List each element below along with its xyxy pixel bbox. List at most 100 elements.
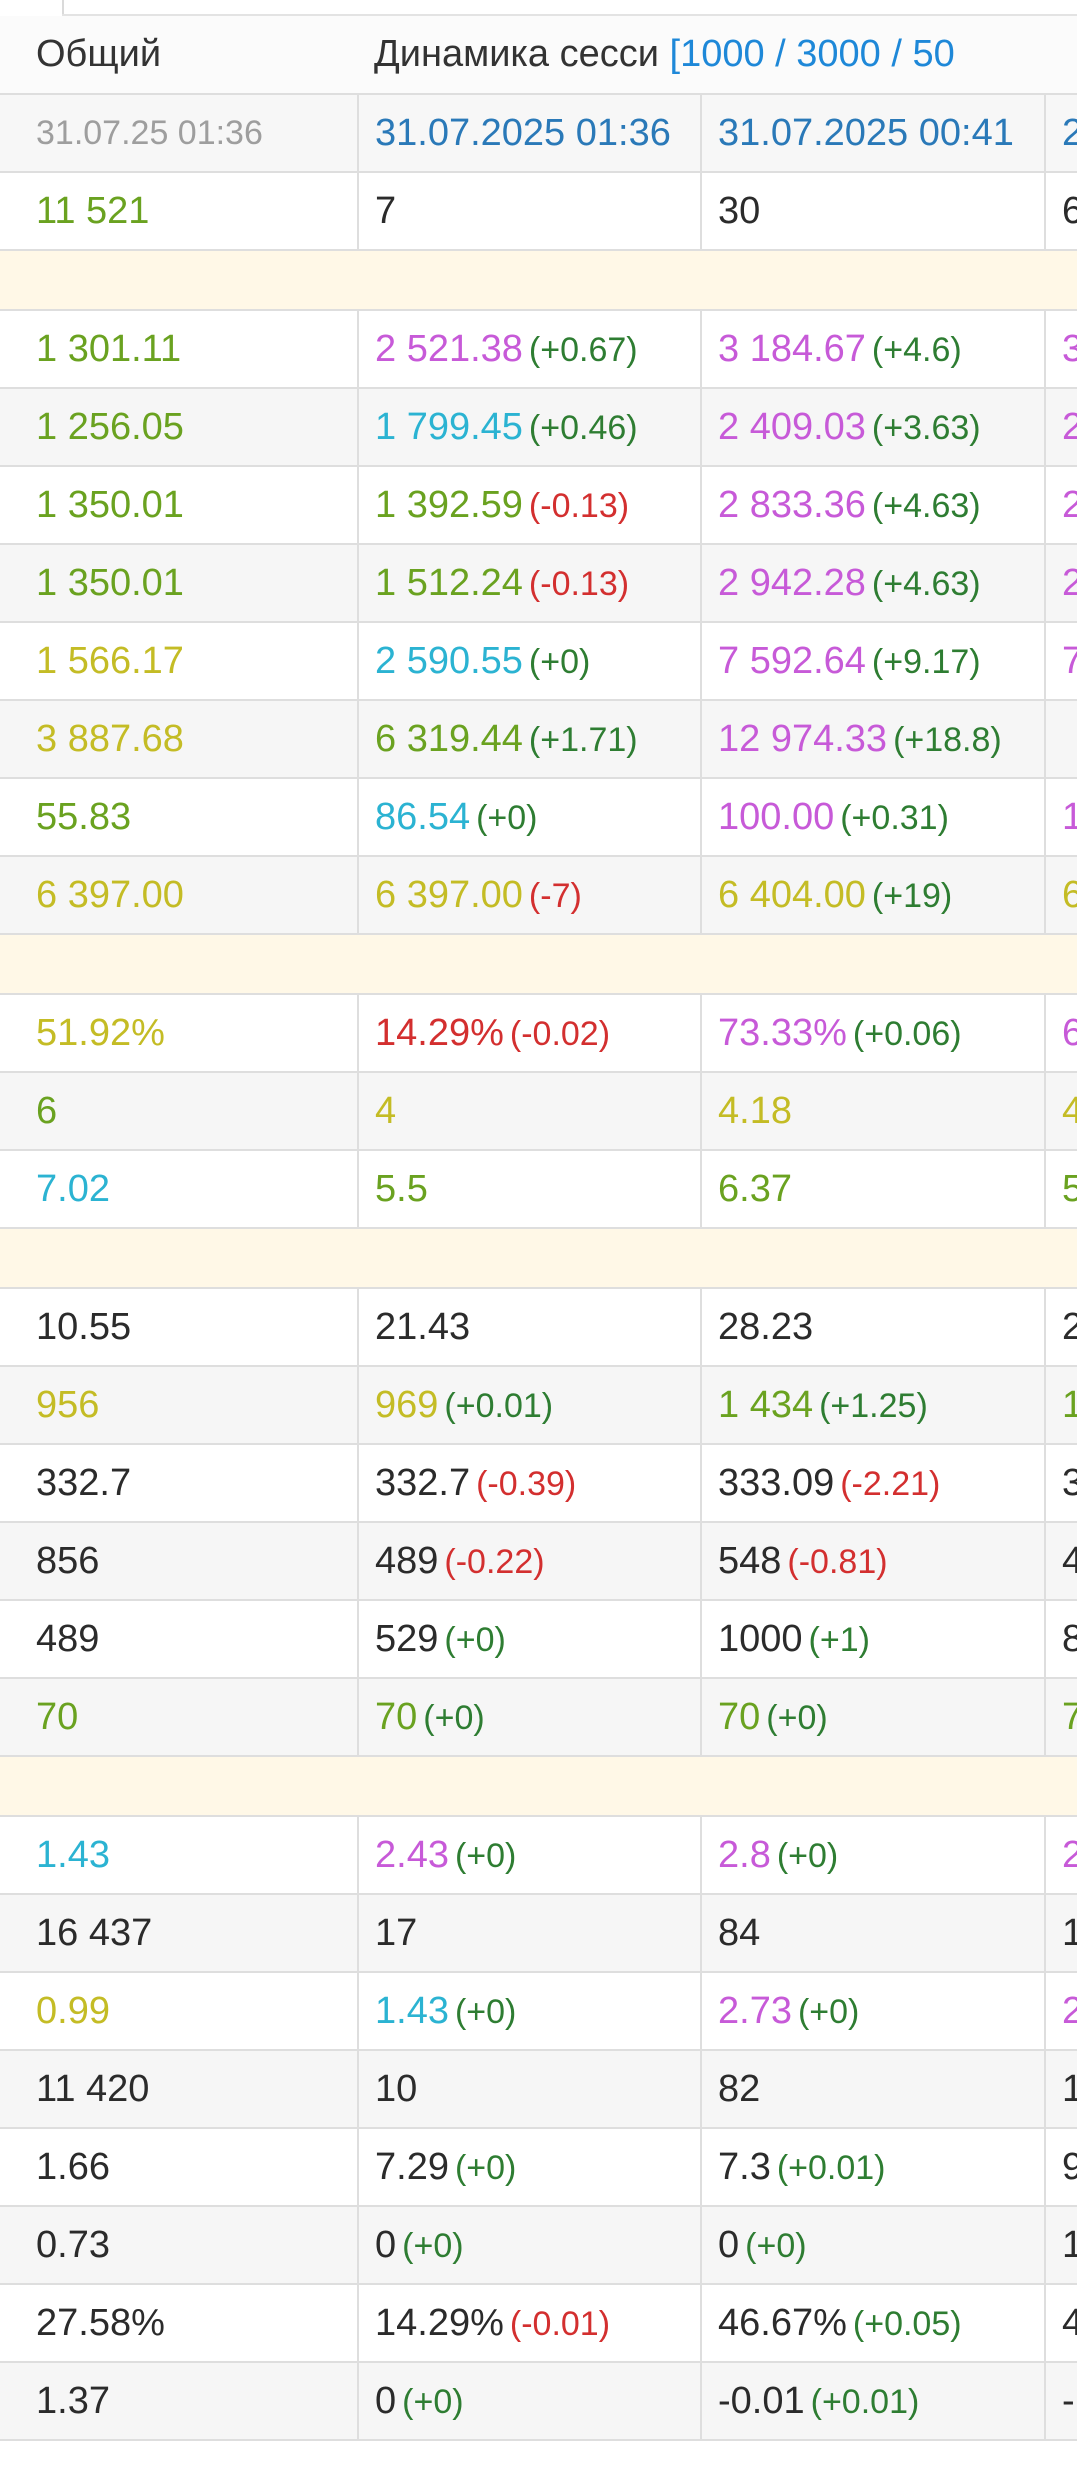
- cell-session-3: 4: [1045, 2284, 1077, 2363]
- cell-value: 489: [375, 1539, 439, 1582]
- cell-session-2: 333.09 (-2.21): [701, 1444, 1046, 1523]
- date-session-3[interactable]: 2: [1045, 94, 1077, 173]
- cell-value: 1 256.05: [36, 405, 184, 448]
- cell-total: 6: [0, 1072, 359, 1151]
- cell-value: 529: [375, 1617, 439, 1660]
- cell-delta: (-0.01): [509, 2304, 611, 2343]
- cell-total: 1 256.05: [0, 388, 359, 467]
- table-row: 6 4 4.18 4: [0, 1072, 1077, 1151]
- cell-value: 1 350.01: [36, 561, 184, 604]
- date-session-2[interactable]: 31.07.2025 00:41: [701, 94, 1046, 173]
- section-separator: [0, 250, 1077, 311]
- cell-delta: (+0.01): [776, 2148, 886, 2187]
- cell-delta: (-2.21): [840, 1464, 941, 1503]
- cell-session-3: 6: [1045, 172, 1077, 251]
- cell-session-1: 5.5: [358, 1150, 702, 1229]
- cell-total: 1.66: [0, 2128, 359, 2207]
- cell-total: 7.02: [0, 1150, 359, 1229]
- cell-value: 16 437: [36, 1911, 153, 1954]
- cell-value: 6 397.00: [36, 873, 184, 916]
- cell-session-1: 10: [358, 2050, 702, 2129]
- cell-value: 548: [718, 1539, 782, 1582]
- cell-delta: (-0.22): [444, 1542, 545, 1581]
- cell-value: -0.01: [718, 2379, 805, 2422]
- cell-value: 55.83: [36, 795, 132, 838]
- table-row: 489529(+0)1000(+1)8: [0, 1600, 1077, 1679]
- cell-value: 2 521.38: [375, 327, 523, 370]
- cell-value: 14.29%: [375, 2301, 504, 2344]
- cell-session-3: 1: [1045, 2206, 1077, 2285]
- cell-session-1: 1 799.45 (+0.46): [358, 388, 702, 467]
- cell-session-2: 82: [701, 2050, 1046, 2129]
- cell-value: 6: [36, 1089, 58, 1132]
- cell-value: 12 974.33: [718, 717, 888, 760]
- cell-session-3: [1045, 700, 1077, 779]
- cell-session-3: 2: [1045, 544, 1077, 623]
- cell-value: 3 184.67: [718, 327, 866, 370]
- cell-value: 86.54: [375, 795, 471, 838]
- cell-session-2: 46.67% (+0.05): [701, 2284, 1046, 2363]
- cell-value: 0: [375, 2379, 397, 2422]
- column-header-total[interactable]: Общий: [0, 16, 358, 95]
- cell-session-1: 14.29% (-0.02): [358, 994, 702, 1073]
- table-row: 51.92%14.29%(-0.02)73.33%(+0.06)6: [0, 994, 1077, 1073]
- cell-value: 1 392.59: [375, 483, 523, 526]
- cell-value: 2 942.28: [718, 561, 866, 604]
- cell-session-1: 1 512.24 (-0.13): [358, 544, 702, 623]
- cell-session-2: 6.37: [701, 1150, 1046, 1229]
- table-row: 332.7332.7(-0.39)333.09(-2.21) 3: [0, 1444, 1077, 1523]
- cell-session-2: 7 592.64 (+9.17): [701, 622, 1046, 701]
- cell-value: 3: [1062, 1462, 1077, 1504]
- table-row: 1 350.011 392.59(-0.13)2 833.36(+4.63)2: [0, 466, 1077, 545]
- cell-session-1: 2.43 (+0): [358, 1816, 702, 1895]
- cell-delta: (-7): [528, 876, 582, 915]
- cell-session-3: 2: [1045, 1816, 1077, 1895]
- cell-session-2: 2 833.36 (+4.63): [701, 466, 1046, 545]
- date-session-1[interactable]: 31.07.2025 01:36: [358, 94, 702, 173]
- cell-delta: (+0): [476, 798, 538, 837]
- cell-value: 11 420: [36, 2067, 150, 2110]
- cell-delta: (-0.13): [528, 486, 630, 525]
- cell-session-1: 6 397.00 (-7): [358, 856, 702, 935]
- cell-value: 2: [1062, 1306, 1077, 1348]
- cell-total: 332.7: [0, 1444, 359, 1523]
- cell-session-1: 6 319.44 (+1.71): [358, 700, 702, 779]
- cell-session-3: 1: [1045, 1894, 1077, 1973]
- cell-value: 1 566.17: [36, 639, 184, 682]
- cell-delta: (+1): [808, 1620, 870, 1659]
- cell-value: 1: [1062, 1384, 1077, 1426]
- cell-value: 6 319.44: [375, 717, 523, 760]
- cell-session-1: 0 (+0): [358, 2362, 702, 2441]
- cell-session-2: 0 (+0): [701, 2206, 1046, 2285]
- cell-value: 1 301.11: [36, 327, 182, 370]
- cell-value: 1000: [718, 1617, 803, 1660]
- cell-value: 8: [1062, 1618, 1077, 1660]
- cell-value: 489: [36, 1617, 100, 1660]
- cell-value: 6: [1062, 1012, 1077, 1054]
- cell-value: 84: [718, 1911, 761, 1954]
- cell-session-2: 2.8 (+0): [701, 1816, 1046, 1895]
- cell-delta: (+0.05): [852, 2304, 962, 2343]
- cell-value: 5: [1062, 1168, 1077, 1210]
- cell-session-1: 332.7 (-0.39): [358, 1444, 702, 1523]
- cell-total: 3 887.68: [0, 700, 359, 779]
- session-dynamics-title: Динамика сесси: [374, 33, 659, 75]
- cell-session-1: 1.43 (+0): [358, 1972, 702, 2051]
- column-header-session-dynamics[interactable]: Динамика сесси [1000 / 3000 / 50: [358, 16, 1077, 95]
- cell-value: 17: [375, 1911, 418, 1954]
- cell-session-3: 6: [1045, 856, 1077, 935]
- cell-session-2: 1000 (+1): [701, 1600, 1046, 1679]
- cell-value: 956: [36, 1383, 100, 1426]
- cell-delta: (+4.63): [871, 564, 981, 603]
- header-row: Общий Динамика сесси [1000 / 3000 / 50: [0, 16, 1077, 95]
- table-row: 1 566.172 590.55(+0)7 592.64(+9.17)7: [0, 622, 1077, 701]
- cell-value: 7.29: [375, 2145, 449, 2188]
- session-range-selector[interactable]: [1000 / 3000 / 50: [670, 33, 955, 75]
- cell-session-3: 7: [1045, 622, 1077, 701]
- cell-session-2: 4.18: [701, 1072, 1046, 1151]
- cell-session-3: 2: [1045, 1972, 1077, 2051]
- cell-delta: (+0.06): [852, 1014, 962, 1053]
- cell-total: 11 521: [0, 172, 359, 251]
- cell-delta: (-0.02): [509, 1014, 611, 1053]
- cell-session-1: 1 392.59 (-0.13): [358, 466, 702, 545]
